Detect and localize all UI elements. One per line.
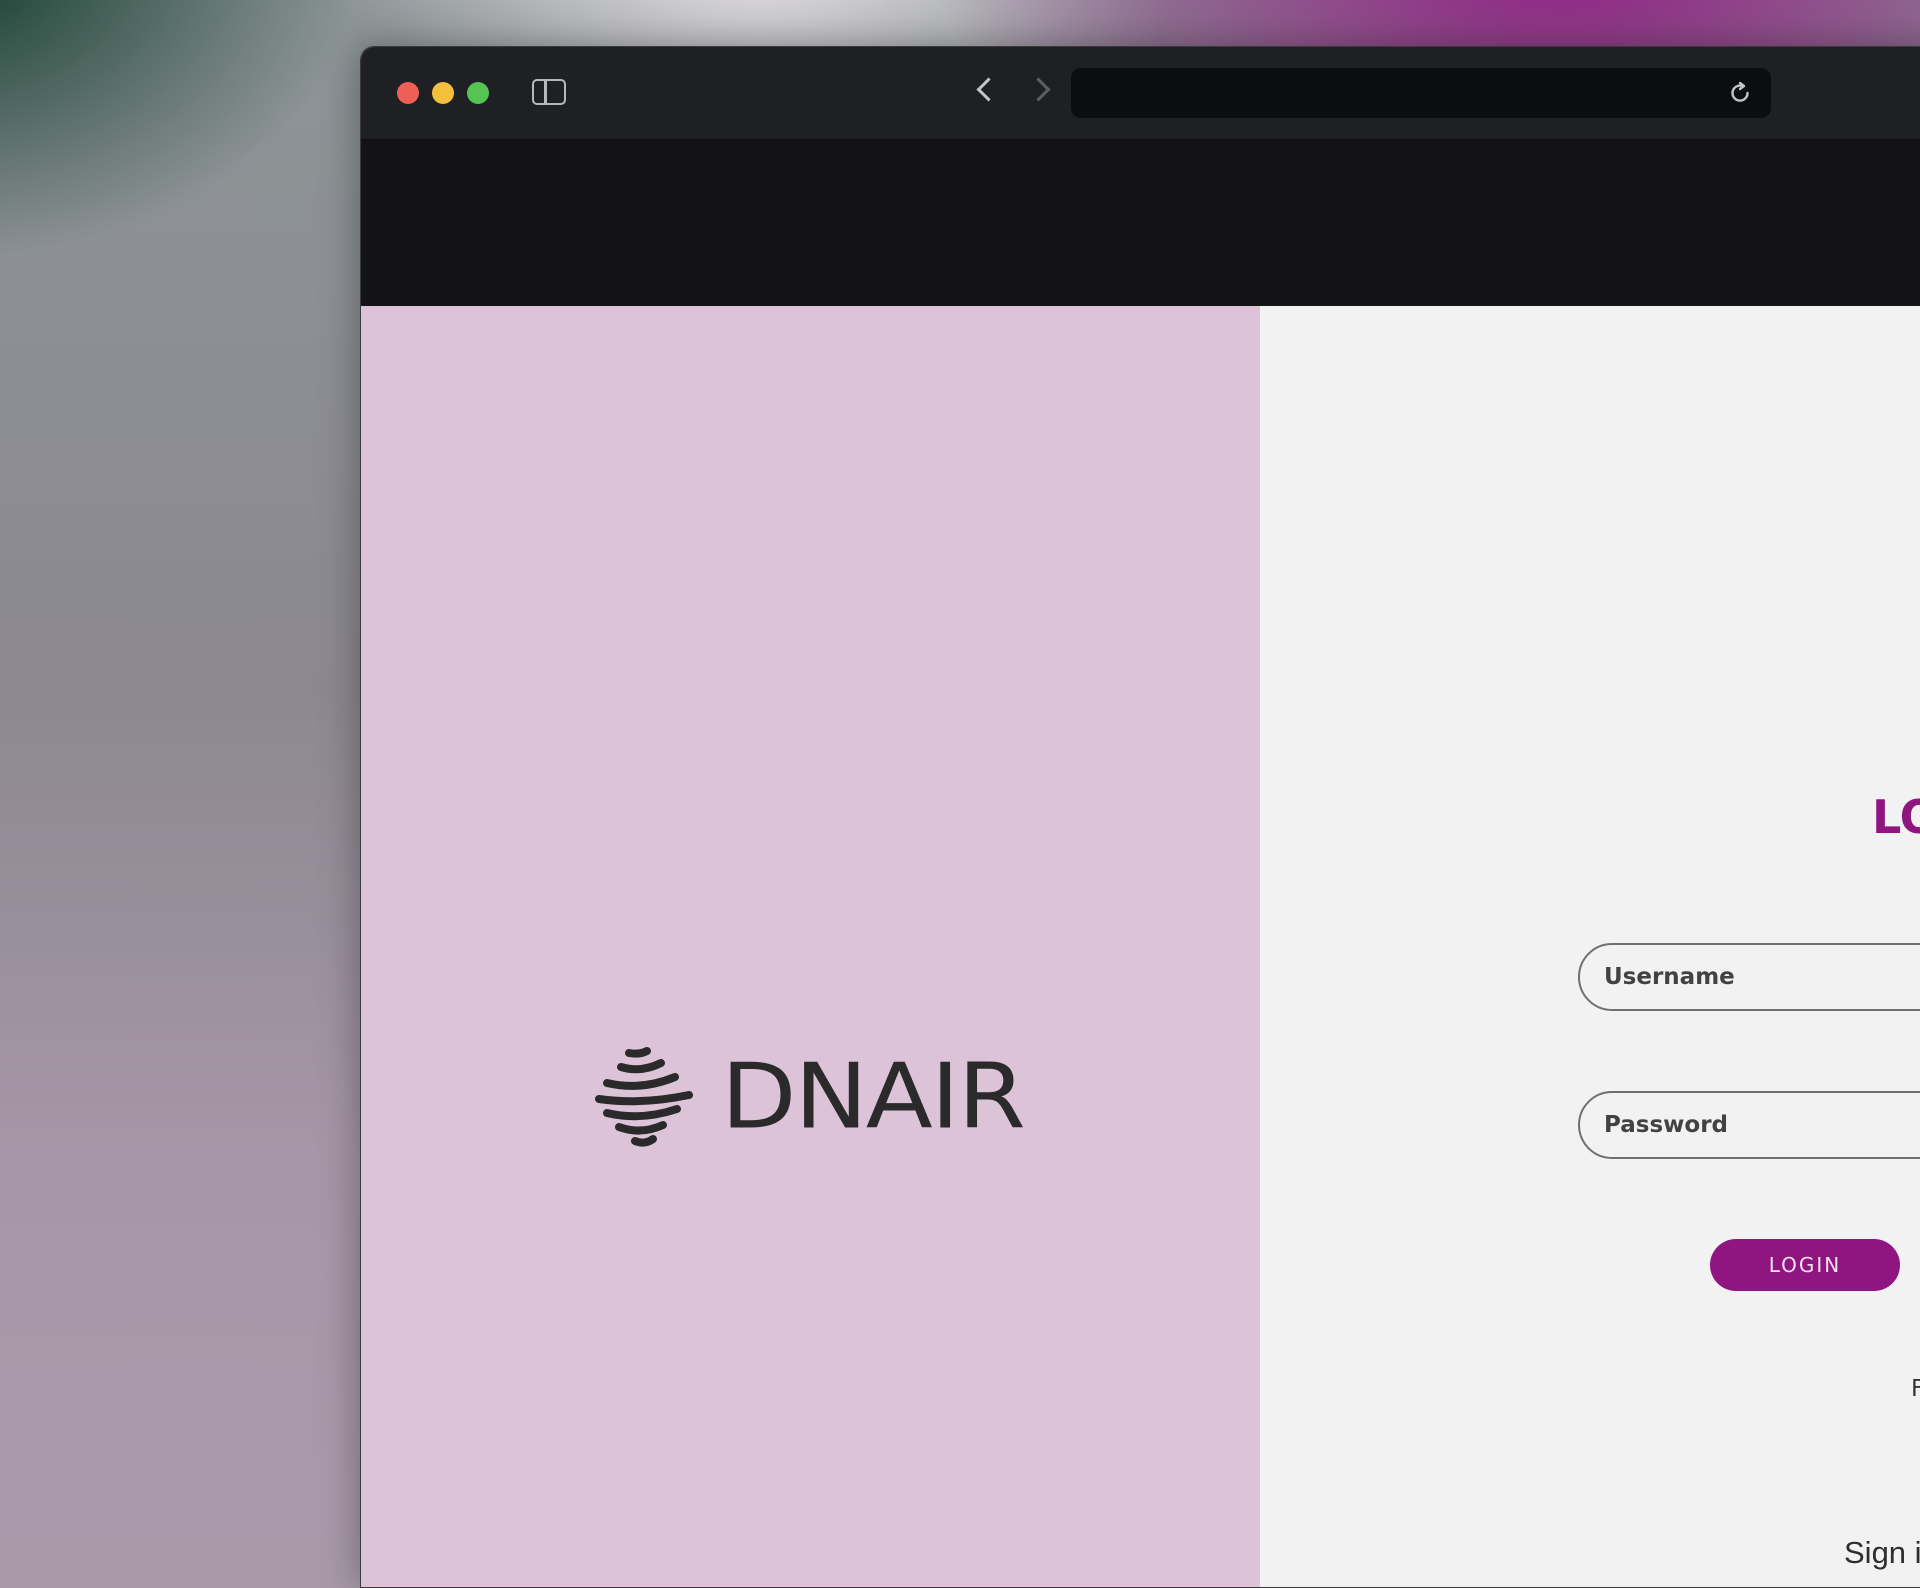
forgot-password-link[interactable]: Forgot: [1911, 1376, 1920, 1402]
forward-arrow-icon[interactable]: [1026, 77, 1051, 102]
browser-toolbar: [361, 47, 1920, 140]
login-panel: LO LOGIN Forgot Sign in with:: [1260, 306, 1920, 1587]
zoom-window-button[interactable]: [467, 82, 489, 104]
reload-icon[interactable]: [1727, 80, 1753, 111]
logo-wordmark: DNAIR: [721, 1044, 1026, 1150]
address-bar[interactable]: [1071, 68, 1771, 118]
password-input[interactable]: [1580, 1093, 1920, 1157]
dnair-logo: DNAIR: [595, 1044, 1026, 1150]
page-header-bar: [361, 140, 1920, 306]
dnair-logo-mark-icon: [595, 1047, 693, 1147]
sign-in-with-label: Sign in with:: [1844, 1535, 1920, 1570]
brand-panel: DNAIR: [361, 306, 1260, 1587]
back-arrow-icon[interactable]: [976, 77, 1001, 102]
browser-window: DNAIR LO LOGIN Forgot Sign in with:: [360, 46, 1920, 1588]
password-field-wrapper: [1578, 1091, 1920, 1159]
login-button[interactable]: LOGIN: [1710, 1239, 1900, 1291]
minimize-window-button[interactable]: [432, 82, 454, 104]
login-title: LO: [1872, 790, 1920, 844]
username-field-wrapper: [1578, 943, 1920, 1011]
sidebar-icon[interactable]: [532, 79, 566, 105]
username-input[interactable]: [1580, 945, 1920, 1009]
close-window-button[interactable]: [397, 82, 419, 104]
